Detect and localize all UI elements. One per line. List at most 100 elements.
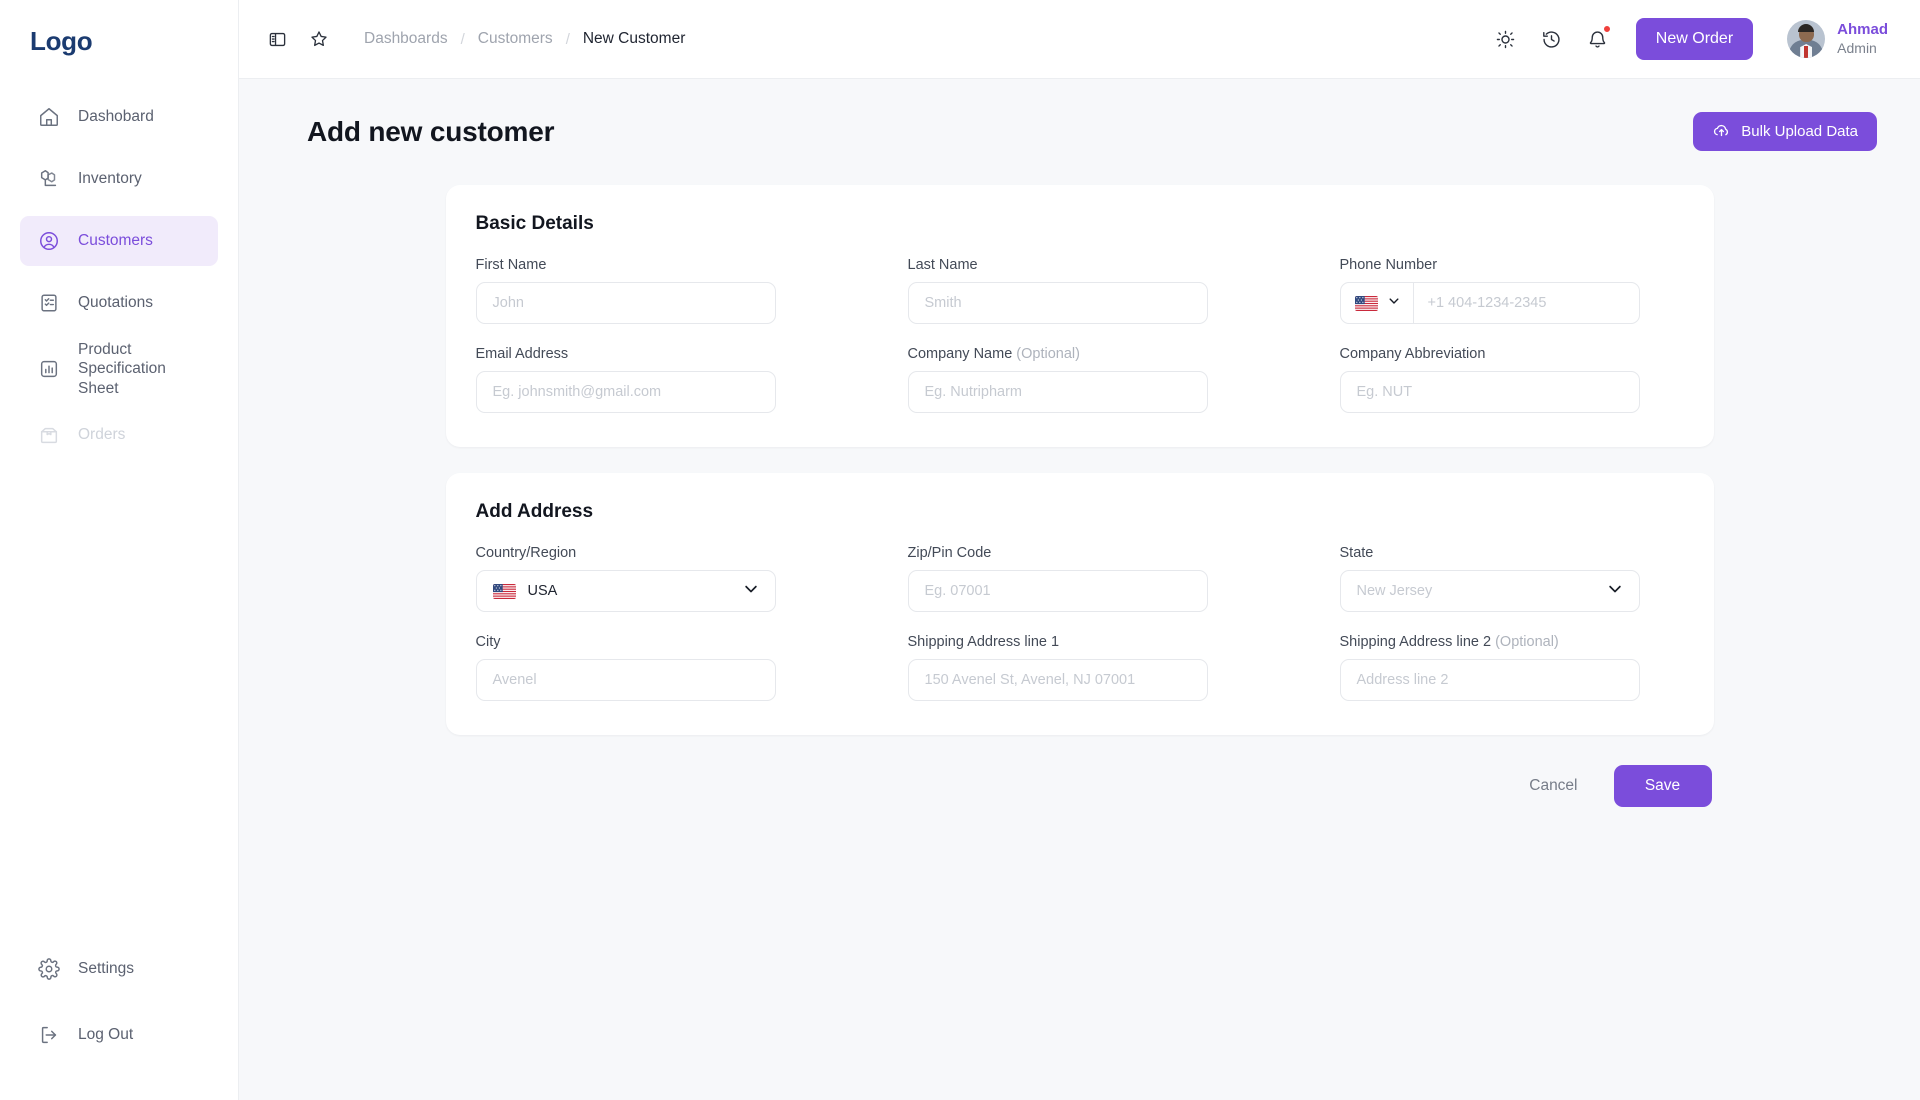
shipping-address-line-2-optional-tag: (Optional): [1495, 634, 1559, 650]
sidebar: Logo Dashobard Inventory Customers Quota…: [0, 0, 239, 1100]
topbar-right: New Order Ahmad Admin: [1492, 18, 1888, 60]
breadcrumb-separator: /: [565, 30, 570, 48]
shipping-address-line-1-field: Shipping Address line 1 150 Avenel St, A…: [907, 634, 1208, 701]
shipping-address-line-2-field: Shipping Address line 2 (Optional) Addre…: [1339, 634, 1640, 701]
company-abbreviation-field: Company Abbreviation Eg. NUT: [1339, 346, 1640, 413]
zip-code-placeholder: Eg. 07001: [924, 583, 991, 599]
company-name-optional-tag: (Optional): [1016, 346, 1080, 362]
logout-icon: [37, 1023, 61, 1047]
country-region-select[interactable]: USA: [475, 570, 776, 612]
bulk-upload-label: Bulk Upload Data: [1741, 123, 1858, 140]
topbar-left: Dashboards / Customers / New Customer: [263, 25, 685, 53]
us-flag-icon: [1354, 295, 1378, 311]
first-name-input[interactable]: John: [475, 282, 776, 324]
new-order-button[interactable]: New Order: [1635, 18, 1754, 60]
country-region-value: USA: [527, 583, 558, 599]
phone-number-label: Phone Number: [1339, 257, 1438, 273]
sidebar-item-dashboard[interactable]: Dashobard: [20, 92, 218, 142]
company-name-field: Company Name (Optional) Eg. Nutripharm: [907, 346, 1208, 413]
breadcrumb-item-customers[interactable]: Customers: [478, 30, 553, 48]
page-header: Add new customer Bulk Upload Data: [271, 79, 1888, 151]
shipping-address-line-2-placeholder: Address line 2: [1356, 672, 1449, 688]
sidebar-item-label: Inventory: [78, 170, 142, 188]
sidebar-item-label: Customers: [78, 232, 153, 250]
email-address-input[interactable]: Eg. johnsmith@gmail.com: [475, 371, 776, 413]
sidebar-item-inventory[interactable]: Inventory: [20, 154, 218, 204]
clipboard-list-icon: [37, 291, 61, 315]
cancel-button[interactable]: Cancel: [1507, 767, 1599, 805]
state-select[interactable]: New Jersey: [1339, 570, 1640, 612]
basic-details-card: Basic Details First Name John Last Name …: [445, 185, 1714, 447]
shipping-address-line-2-label: Shipping Address line 2 (Optional): [1340, 634, 1640, 650]
home-icon: [37, 105, 61, 129]
zip-code-label: Zip/Pin Code: [907, 545, 992, 561]
phone-number-field: Phone Number +1 404-1234-2345: [1339, 257, 1640, 324]
company-abbreviation-input[interactable]: Eg. NUT: [1339, 371, 1640, 413]
panel-toggle-icon[interactable]: [263, 25, 291, 53]
sidebar-item-customers[interactable]: Customers: [20, 216, 218, 266]
shipping-address-line-2-input[interactable]: Address line 2: [1339, 659, 1640, 701]
breadcrumb-item-dashboards[interactable]: Dashboards: [364, 30, 448, 48]
user-meta: Ahmad Admin: [1837, 21, 1888, 57]
breadcrumb-item-new-customer: New Customer: [582, 30, 686, 47]
add-address-title: Add Address: [475, 501, 594, 522]
basic-details-grid: First Name John Last Name Smith Phone Nu…: [475, 257, 1684, 413]
basic-details-title: Basic Details: [475, 213, 594, 234]
history-icon[interactable]: [1538, 25, 1566, 53]
city-placeholder: Avenel: [492, 672, 537, 688]
user-menu[interactable]: Ahmad Admin: [1787, 20, 1888, 58]
city-input[interactable]: Avenel: [475, 659, 776, 701]
sidebar-item-label: Quotations: [78, 294, 153, 312]
page-title: Add new customer: [307, 115, 555, 147]
first-name-field: First Name John: [475, 257, 776, 324]
form-actions: Cancel Save: [446, 765, 1714, 807]
user-circle-icon: [37, 229, 61, 253]
breadcrumb: Dashboards / Customers / New Customer: [364, 30, 685, 48]
company-name-label: Company Name (Optional): [908, 346, 1208, 362]
company-name-placeholder: Eg. Nutripharm: [924, 384, 1023, 400]
first-name-label: First Name: [475, 257, 547, 273]
sidebar-item-orders[interactable]: Orders: [20, 410, 218, 460]
zip-code-field: Zip/Pin Code Eg. 07001: [907, 545, 1208, 612]
app-root: Logo Dashobard Inventory Customers Quota…: [0, 0, 1920, 1100]
bulk-upload-button[interactable]: Bulk Upload Data: [1693, 112, 1877, 151]
sidebar-item-settings[interactable]: Settings: [20, 944, 218, 994]
sidebar-nav: Dashobard Inventory Customers Quotations…: [0, 92, 238, 460]
last-name-label: Last Name: [907, 257, 978, 273]
phone-number-input[interactable]: +1 404-1234-2345: [1414, 295, 1639, 311]
sidebar-item-label: Orders: [78, 426, 126, 444]
shipping-address-line-1-placeholder: 150 Avenel St, Avenel, NJ 07001: [924, 672, 1136, 688]
phone-number-placeholder: +1 404-1234-2345: [1427, 295, 1547, 311]
company-name-label-text: Company Name: [907, 346, 1013, 362]
zip-code-input[interactable]: Eg. 07001: [907, 570, 1208, 612]
city-label: City: [475, 634, 501, 650]
page-content: Add new customer Bulk Upload Data Basic …: [239, 79, 1920, 1100]
app-logo[interactable]: Logo: [0, 0, 238, 54]
save-button[interactable]: Save: [1613, 765, 1712, 807]
company-abbreviation-label: Company Abbreviation: [1339, 346, 1486, 362]
user-role: Admin: [1837, 39, 1877, 56]
last-name-input[interactable]: Smith: [907, 282, 1208, 324]
email-address-label: Email Address: [475, 346, 569, 362]
sidebar-item-label: Dashobard: [78, 108, 154, 126]
state-label: State: [1339, 545, 1374, 561]
sun-icon[interactable]: [1492, 25, 1520, 53]
chevron-down-icon: [1606, 580, 1624, 602]
sidebar-item-quotations[interactable]: Quotations: [20, 278, 218, 328]
country-region-label: Country/Region: [475, 545, 577, 561]
add-address-card: Add Address Country/Region USA Zip/Pin C…: [445, 473, 1714, 735]
bar-chart-icon: [37, 357, 61, 381]
chevron-down-icon: [1387, 294, 1401, 313]
email-address-placeholder: Eg. johnsmith@gmail.com: [492, 384, 662, 400]
phone-country-select[interactable]: [1341, 283, 1414, 323]
company-name-input[interactable]: Eg. Nutripharm: [907, 371, 1208, 413]
star-icon[interactable]: [305, 25, 333, 53]
shipping-address-line-1-input[interactable]: 150 Avenel St, Avenel, NJ 07001: [907, 659, 1208, 701]
sidebar-item-logout[interactable]: Log Out: [20, 1010, 218, 1060]
cloud-upload-icon: [1712, 120, 1731, 143]
last-name-placeholder: Smith: [924, 295, 962, 311]
user-name: Ahmad: [1837, 20, 1888, 38]
shipping-address-line-2-label-text: Shipping Address line 2: [1339, 634, 1492, 650]
bell-icon[interactable]: [1584, 25, 1612, 53]
sidebar-item-product-specification-sheet[interactable]: Product Specification Sheet: [20, 340, 218, 398]
